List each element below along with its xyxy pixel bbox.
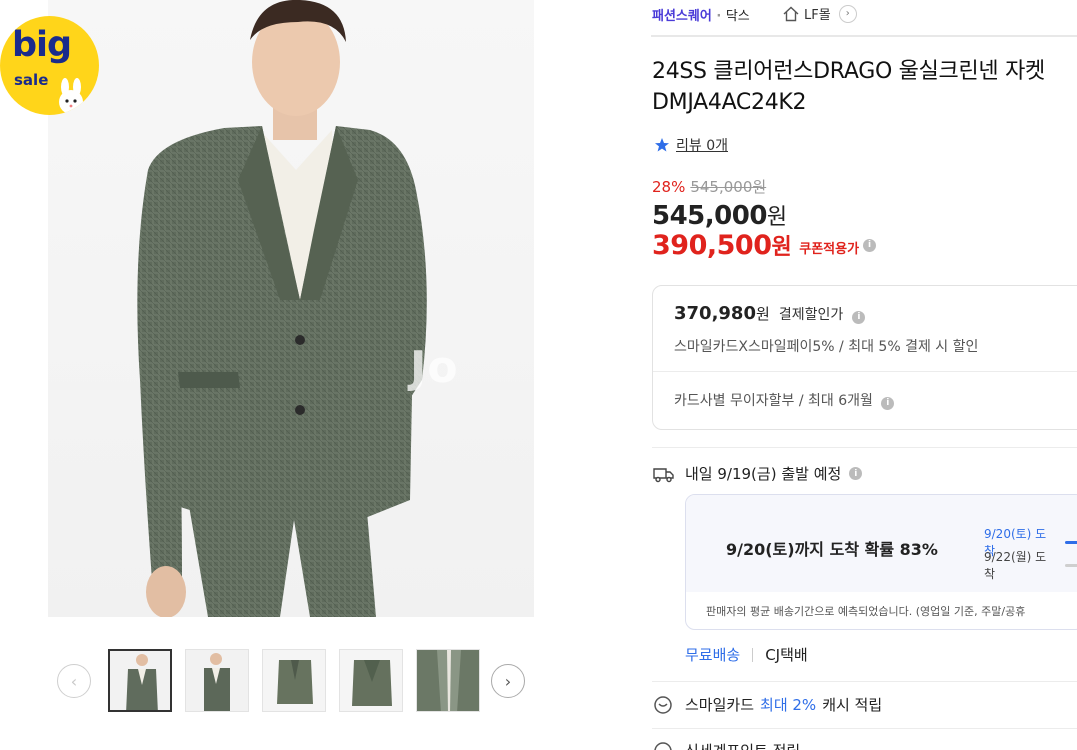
divider — [653, 371, 1077, 372]
brand-link[interactable]: 패션스퀘어 · 닥스 — [652, 5, 750, 24]
arrival-row-2-label: 9/22(월) 도착 — [984, 550, 1047, 581]
thumbnail-image — [263, 650, 325, 711]
shipping-options: 무료배송 CJ택배 — [685, 644, 808, 665]
payment-discount-desc: 스마일카드X스마일페이5% / 최대 5% 결제 시 할인 — [674, 339, 979, 355]
courier-label: CJ택배 — [765, 646, 808, 664]
chevron-right-icon: › — [504, 671, 512, 691]
thumbnail-strip — [108, 649, 480, 712]
payment-discount-amount: 370,980 — [674, 303, 756, 324]
sale-price-unit: 원 — [766, 205, 787, 230]
thumbnail-image — [110, 651, 170, 710]
thumbnail-5[interactable] — [416, 649, 480, 712]
free-shipping-label[interactable]: 무료배송 — [685, 644, 740, 665]
coin-icon — [654, 695, 672, 714]
sale-price: 545,000원 — [652, 199, 876, 231]
thumbnail-image — [186, 650, 248, 711]
big-sale-badge: big sale — [0, 16, 99, 115]
bunny-icon — [59, 78, 83, 114]
store-link[interactable]: LF몰 › — [782, 4, 857, 23]
thumbnail-3[interactable] — [262, 649, 326, 712]
info-icon[interactable]: i — [852, 310, 866, 324]
badge-big-text: big — [12, 25, 72, 65]
sale-price-amount: 545,000 — [652, 201, 767, 231]
coupon-price-amount: 390,500 — [652, 230, 772, 261]
image-watermark: Jo — [410, 342, 459, 393]
point-line: 신세계포인트 적립 — [653, 740, 800, 750]
brand-sub-name: 닥스 — [725, 9, 750, 24]
divider — [652, 681, 1077, 682]
thumbnail-prev-button[interactable]: ‹ — [57, 664, 91, 698]
arrival-row-1-bar — [1064, 540, 1077, 544]
info-icon[interactable]: i — [849, 467, 863, 480]
cashback-line: 스마일카드 최대 2% 캐시 적립 — [653, 694, 882, 715]
arrival-row-2-bar — [1064, 563, 1077, 567]
thumbnail-image — [340, 650, 402, 711]
product-info-panel: 패션스퀘어 · 닥스 LF몰 › 24SS 클리어런스DRAGO 울실크린넨 자… — [651, 0, 1077, 750]
cashback-prefix: 스마일카드 — [685, 696, 755, 714]
original-price: 545,000원 — [690, 178, 767, 196]
installment-text: 카드사별 무이자할부 / 최대 6개월 — [674, 393, 873, 409]
divider — [652, 447, 1077, 448]
badge-sale-text: sale — [14, 71, 49, 89]
payment-discount-price: 370,980원 — [674, 303, 770, 324]
coupon-label: 쿠폰적용가 — [799, 241, 860, 257]
thumbnail-image — [417, 650, 479, 711]
brand-separator: · — [716, 9, 722, 24]
delivery-note: 판매자의 평균 배송기간으로 예측되었습니다. (영업일 기준, 주말/공휴 — [706, 605, 1026, 618]
thumbnail-2[interactable] — [185, 649, 249, 712]
price-block: 28% 545,000원 545,000원 390,500원 쿠폰적용가 i — [652, 176, 877, 261]
payment-benefit-box: 370,980원 결제할인가 i 스마일카드X스마일페이5% / 최대 5% 결… — [652, 285, 1077, 430]
divider — [652, 728, 1077, 729]
product-title: 24SS 클리어런스DRAGO 울실크린넨 자켓 DMJA4AC24K2 — [652, 59, 1045, 115]
info-icon[interactable]: i — [881, 396, 895, 410]
brand-name: 패션스퀘어 — [652, 9, 712, 24]
point-icon — [654, 741, 672, 750]
shipping-departure: 내일 9/19(금) 출발 예정 i — [653, 463, 863, 484]
thumbnail-next-button[interactable]: › — [491, 664, 525, 698]
chevron-left-icon: ‹ — [70, 671, 78, 691]
delivery-estimate-main: 9/20(토)까지 도착 확률 83% 9/20(토) 도착 9/22(월) 도… — [686, 495, 1077, 592]
truck-icon — [653, 467, 674, 482]
review-count: 리뷰 0개 — [676, 138, 728, 154]
installment-info: 카드사별 무이자할부 / 최대 6개월 i — [674, 390, 895, 410]
thumbnail-4[interactable] — [339, 649, 403, 712]
info-icon[interactable]: i — [863, 238, 877, 252]
product-main-image[interactable]: Jo — [48, 0, 534, 617]
breadcrumb: 패션스퀘어 · 닥스 LF몰 › — [651, 0, 1077, 37]
store-name: LF몰 — [804, 8, 831, 23]
chevron-right-icon: › — [838, 4, 857, 23]
payment-discount-unit: 원 — [755, 305, 770, 323]
discount-rate: 28% — [652, 178, 686, 196]
home-icon — [783, 6, 799, 21]
discount-line: 28% 545,000원 — [652, 176, 876, 197]
coupon-price-unit: 원 — [771, 235, 792, 260]
delivery-estimate-box: 9/20(토)까지 도착 확률 83% 9/20(토) 도착 9/22(월) 도… — [685, 494, 1077, 630]
thumbnail-1[interactable] — [108, 649, 172, 712]
point-label: 신세계포인트 적립 — [685, 740, 800, 750]
review-link[interactable]: 리뷰 0개 — [654, 135, 728, 155]
coupon-price: 390,500원 — [652, 229, 792, 261]
cashback-suffix: 캐시 적립 — [822, 696, 883, 714]
coupon-price-line: 390,500원 쿠폰적용가 i — [652, 229, 877, 261]
payment-discount-label: 결제할인가 — [778, 307, 844, 323]
divider — [752, 647, 754, 662]
model-illustration — [137, 0, 427, 617]
arrival-probability: 9/20(토)까지 도착 확률 83% — [726, 540, 938, 559]
cashback-accent: 최대 2% — [760, 696, 817, 714]
star-icon — [655, 138, 669, 152]
payment-discount-line: 370,980원 결제할인가 i — [674, 303, 866, 324]
arrival-row-2: 9/22(월) 도착 — [984, 548, 1077, 582]
departure-text: 내일 9/19(금) 출발 예정 — [685, 465, 842, 483]
